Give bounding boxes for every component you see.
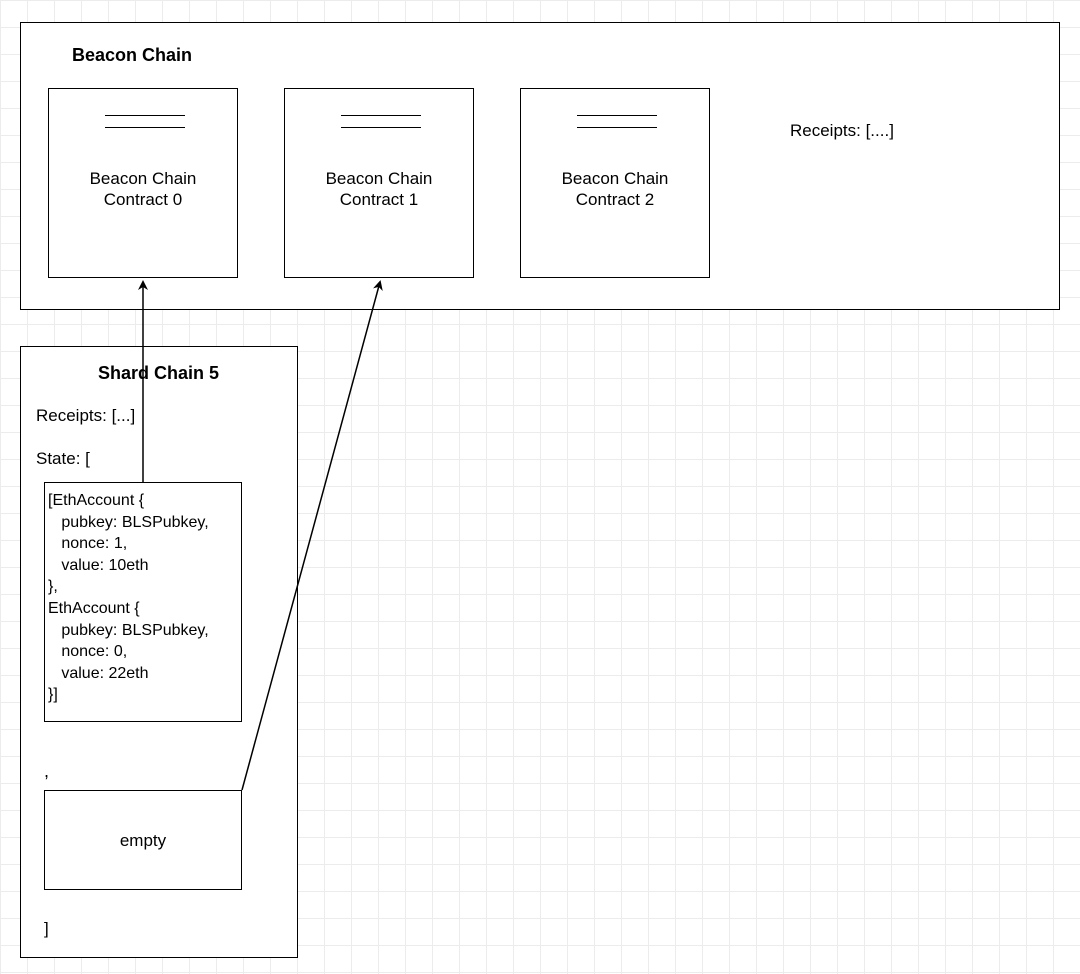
beacon-contract-2-label: Beacon Chain Contract 2 (520, 168, 710, 211)
contract-0-line1 (105, 115, 185, 116)
shard-chain-title: Shard Chain 5 (98, 363, 219, 384)
beacon-contract-1-l2: Contract 1 (340, 190, 418, 209)
diagram-canvas: Beacon Chain Beacon Chain Contract 0 Bea… (0, 0, 1080, 974)
beacon-contract-2-l2: Contract 2 (576, 190, 654, 209)
beacon-contract-0-label: Beacon Chain Contract 0 (48, 168, 238, 211)
contract-1-line2 (341, 127, 421, 128)
beacon-contract-1-label: Beacon Chain Contract 1 (284, 168, 474, 211)
shard-state-body: [EthAccount { pubkey: BLSPubkey, nonce: … (48, 490, 209, 706)
shard-comma: , (44, 760, 49, 783)
contract-1-line1 (341, 115, 421, 116)
beacon-receipts-label: Receipts: [....] (790, 120, 894, 141)
shard-receipts-label: Receipts: [...] (36, 405, 135, 426)
beacon-chain-title: Beacon Chain (72, 45, 192, 66)
contract-2-line1 (577, 115, 657, 116)
shard-empty-label: empty (44, 830, 242, 851)
contract-2-line2 (577, 127, 657, 128)
beacon-contract-0-l2: Contract 0 (104, 190, 182, 209)
shard-state-label: State: [ (36, 448, 90, 469)
shard-close-bracket: ] (44, 918, 49, 939)
beacon-contract-1-l1: Beacon Chain (326, 169, 433, 188)
contract-0-line2 (105, 127, 185, 128)
beacon-contract-2-l1: Beacon Chain (562, 169, 669, 188)
beacon-contract-0-l1: Beacon Chain (90, 169, 197, 188)
